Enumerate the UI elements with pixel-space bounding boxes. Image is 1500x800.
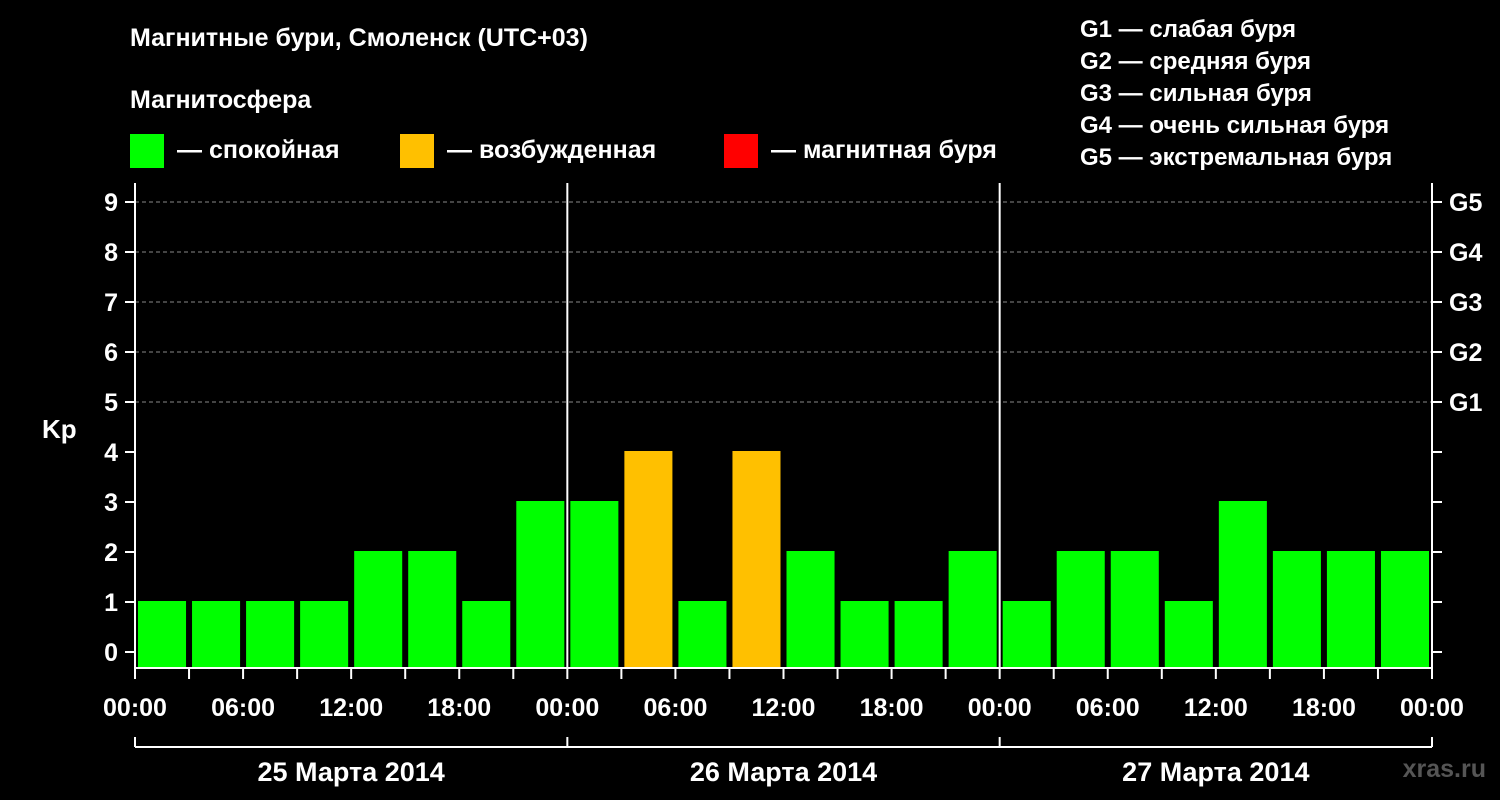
y-axis-label: Kp [42,414,77,444]
kp-bar [1218,501,1267,668]
kp-bar [462,601,511,668]
g-tick-label: G5 [1449,189,1482,217]
kp-bar [948,551,997,668]
g-tick-label: G1 [1449,389,1482,417]
kp-bar [354,551,403,668]
kp-bar [1380,551,1429,668]
x-tick-label: 06:00 [211,694,275,722]
x-tick-label: 18:00 [1292,694,1356,722]
y-tick-label: 1 [104,589,118,617]
x-tick-label: 12:00 [1184,694,1248,722]
watermark: xras.ru [1402,755,1486,783]
kp-bar [894,601,943,668]
kp-bar [192,601,241,668]
kp-bar [624,451,673,668]
y-tick-label: 2 [104,539,118,567]
x-tick-label: 00:00 [1400,694,1464,722]
x-tick-label: 00:00 [103,694,167,722]
day-label: 25 Марта 2014 [258,757,445,787]
g-tick-label: G2 [1449,339,1482,367]
kp-bar [516,501,565,668]
y-tick-label: 7 [104,289,118,317]
kp-bar [1164,601,1213,668]
kp-bar [246,601,295,668]
kp-bar [570,501,619,668]
g-tick-label: G4 [1449,239,1482,267]
y-tick-label: 8 [104,239,118,267]
kp-bar [1056,551,1105,668]
y-tick-label: 9 [104,189,118,217]
y-tick-label: 3 [104,489,118,517]
kp-bar [1326,551,1375,668]
kp-bar [1110,551,1159,668]
x-tick-label: 12:00 [752,694,816,722]
kp-bar [408,551,457,668]
kp-bar [732,451,781,668]
y-tick-label: 4 [104,439,118,467]
x-tick-label: 06:00 [643,694,707,722]
kp-bar [138,601,187,668]
g-tick-label: G3 [1449,289,1482,317]
x-tick-label: 18:00 [860,694,924,722]
kp-bar [786,551,835,668]
kp-bar [840,601,889,668]
x-tick-label: 18:00 [427,694,491,722]
kp-bar [300,601,349,668]
kp-bar [1272,551,1321,668]
x-tick-label: 06:00 [1076,694,1140,722]
kp-bar-chart: 0 1 2 3 4 5 6 7 8 9 G1 G2 G3 G4 G5 Kp 00:00 06:00 12:00 18:… [42,183,1482,787]
y-tick-label: 0 [104,639,118,667]
y-tick-label: 5 [104,389,118,417]
y-tick-label: 6 [104,339,118,367]
kp-bar [678,601,727,668]
kp-bar [1002,601,1051,668]
x-tick-label: 00:00 [968,694,1032,722]
day-label: 27 Марта 2014 [1122,757,1309,787]
day-label: 26 Марта 2014 [690,757,877,787]
x-tick-label: 00:00 [535,694,599,722]
x-tick-label: 12:00 [319,694,383,722]
